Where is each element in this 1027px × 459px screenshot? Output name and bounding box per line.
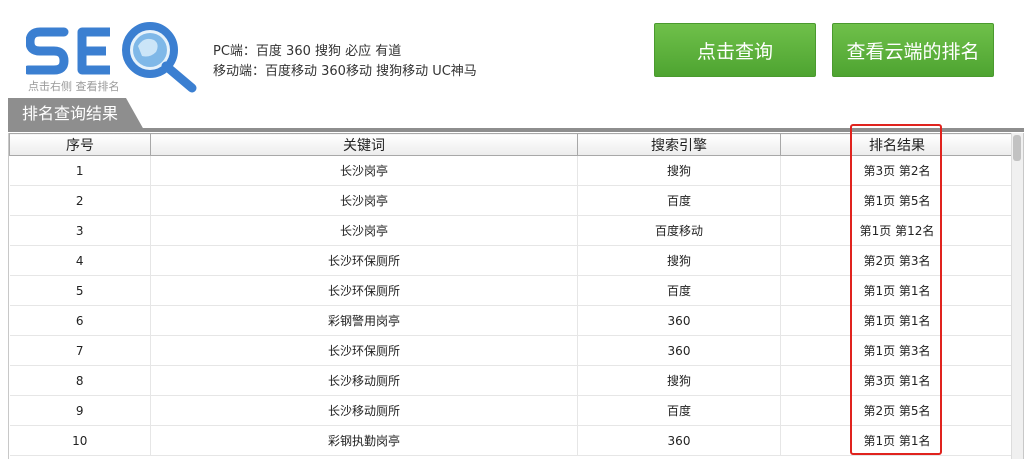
- cell-index: 8: [9, 365, 151, 396]
- table-row[interactable]: 1 长沙岗亭 搜狗 第3页 第2名: [9, 155, 1014, 186]
- query-button[interactable]: 点击查询: [654, 23, 816, 77]
- header-engine[interactable]: 搜索引擎: [577, 133, 781, 156]
- cell-result: 第1页 第3名: [780, 335, 1014, 366]
- cloud-ranking-button[interactable]: 查看云端的排名: [832, 23, 994, 77]
- cell-engine: 百度: [577, 395, 781, 426]
- cell-index: 9: [9, 395, 151, 426]
- cell-engine: 百度移动: [577, 215, 781, 246]
- table-row[interactable]: 6 彩钢警用岗亭 360 第1页 第1名: [9, 305, 1014, 336]
- cell-engine: 搜狗: [577, 365, 781, 396]
- cell-keyword: 长沙岗亭: [150, 185, 578, 216]
- cell-engine: 360: [577, 335, 781, 366]
- cell-result: 第1页 第1名: [780, 305, 1014, 336]
- cell-engine: 百度: [577, 275, 781, 306]
- cell-engine: 360: [577, 425, 781, 456]
- cell-index: 10: [9, 425, 151, 456]
- cell-result: 第1页 第5名: [780, 185, 1014, 216]
- results-table-container: 序号 关键词 搜索引擎 排名结果 1 长沙岗亭 搜狗 第3页 第2名 2 长沙岗…: [8, 133, 1024, 459]
- cell-result: 第3页 第2名: [780, 155, 1014, 186]
- table-row[interactable]: 10 彩钢执勤岗亭 360 第1页 第1名: [9, 425, 1014, 456]
- header-index[interactable]: 序号: [9, 133, 151, 156]
- cell-keyword: 长沙岗亭: [150, 155, 578, 186]
- cell-result: 第1页 第1名: [780, 425, 1014, 456]
- cell-index: 4: [9, 245, 151, 276]
- cell-keyword: 长沙岗亭: [150, 215, 578, 246]
- logo-caption: 点击右侧 查看排名: [28, 80, 120, 93]
- cell-engine: 百度: [577, 185, 781, 216]
- table-row[interactable]: 8 长沙移动厕所 搜狗 第3页 第1名: [9, 365, 1014, 396]
- cell-keyword: 彩钢执勤岗亭: [150, 425, 578, 456]
- cell-index: 5: [9, 275, 151, 306]
- engine-list: PC端：百度 360 搜狗 必应 有道 移动端：百度移动 360移动 搜狗移动 …: [213, 42, 477, 82]
- cell-keyword: 长沙环保厕所: [150, 275, 578, 306]
- cell-keyword: 长沙移动厕所: [150, 365, 578, 396]
- scrollbar-thumb[interactable]: [1013, 135, 1021, 161]
- table-row[interactable]: 3 长沙岗亭 百度移动 第1页 第12名: [9, 215, 1014, 246]
- table-header-row: 序号 关键词 搜索引擎 排名结果: [9, 133, 1014, 156]
- table-row[interactable]: 4 长沙环保厕所 搜狗 第2页 第3名: [9, 245, 1014, 276]
- header-result[interactable]: 排名结果: [780, 133, 1014, 156]
- table-scrollbar[interactable]: [1011, 133, 1023, 459]
- section-title: 排名查询结果: [8, 98, 144, 130]
- cell-index: 3: [9, 215, 151, 246]
- cell-keyword: 长沙环保厕所: [150, 335, 578, 366]
- table-row[interactable]: 5 长沙环保厕所 百度 第1页 第1名: [9, 275, 1014, 306]
- cell-result: 第3页 第1名: [780, 365, 1014, 396]
- cell-result: 第2页 第3名: [780, 245, 1014, 276]
- cell-keyword: 彩钢警用岗亭: [150, 305, 578, 336]
- table-row[interactable]: 2 长沙岗亭 百度 第1页 第5名: [9, 185, 1014, 216]
- mobile-engines: 移动端：百度移动 360移动 搜狗移动 UC神马: [213, 64, 477, 79]
- table-row[interactable]: 9 长沙移动厕所 百度 第2页 第5名: [9, 395, 1014, 426]
- header-keyword[interactable]: 关键词: [150, 133, 578, 156]
- cell-result: 第1页 第12名: [780, 215, 1014, 246]
- results-table: 序号 关键词 搜索引擎 排名结果 1 长沙岗亭 搜狗 第3页 第2名 2 长沙岗…: [9, 133, 1014, 456]
- cell-index: 2: [9, 185, 151, 216]
- cell-keyword: 长沙移动厕所: [150, 395, 578, 426]
- cell-engine: 搜狗: [577, 245, 781, 276]
- cell-result: 第1页 第1名: [780, 275, 1014, 306]
- cell-engine: 360: [577, 305, 781, 336]
- cell-index: 7: [9, 335, 151, 366]
- pc-engines: PC端：百度 360 搜狗 必应 有道: [213, 44, 402, 59]
- cell-engine: 搜狗: [577, 155, 781, 186]
- cell-index: 6: [9, 305, 151, 336]
- table-row[interactable]: 7 长沙环保厕所 360 第1页 第3名: [9, 335, 1014, 366]
- cell-index: 1: [9, 155, 151, 186]
- section-divider: [8, 128, 1024, 132]
- cell-result: 第2页 第5名: [780, 395, 1014, 426]
- cell-keyword: 长沙环保厕所: [150, 245, 578, 276]
